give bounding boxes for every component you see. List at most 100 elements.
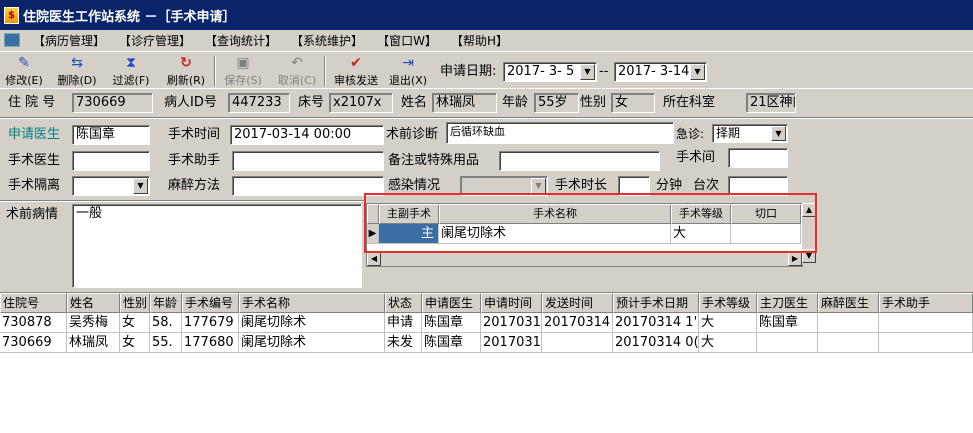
table-cell[interactable]: 阑尾切除术 bbox=[239, 333, 385, 353]
column-header[interactable]: 申请医生 bbox=[422, 293, 481, 313]
table-cell[interactable]: 177680 bbox=[182, 333, 239, 353]
applicant-field[interactable]: 陈国章 bbox=[72, 125, 150, 145]
dropdown-arrow-icon[interactable]: ▼ bbox=[771, 126, 786, 141]
scroll-down-icon[interactable]: ▼ bbox=[802, 249, 816, 263]
table-cell[interactable]: 女 bbox=[120, 333, 150, 353]
column-header[interactable]: 手术编号 bbox=[182, 293, 239, 313]
table-cell[interactable]: 申请 bbox=[385, 313, 422, 333]
horizontal-scrollbar[interactable]: ◀ ▶ bbox=[367, 252, 802, 266]
table-cell[interactable] bbox=[542, 333, 613, 353]
menu-help[interactable]: 【帮助H】 bbox=[444, 32, 515, 49]
table-cell[interactable]: 林瑞凤 bbox=[67, 333, 120, 353]
dept-label: 所在科室 bbox=[663, 95, 716, 110]
age-field: 55岁 bbox=[534, 93, 579, 113]
refresh-button[interactable]: ↻ 刷新(R) bbox=[163, 55, 209, 87]
scroll-up-icon[interactable]: ▲ bbox=[802, 203, 816, 217]
table-cell[interactable] bbox=[818, 313, 879, 333]
table-cell[interactable]: 2017031 bbox=[481, 313, 542, 333]
vertical-scrollbar[interactable]: ▲ ▼ bbox=[802, 203, 816, 265]
save-button[interactable]: ▣ 保存(S) bbox=[220, 55, 266, 87]
column-header[interactable]: 姓名 bbox=[67, 293, 120, 313]
op-room-field[interactable] bbox=[728, 148, 788, 168]
review-send-button[interactable]: ✔ 审核发送 bbox=[330, 55, 382, 87]
anesthesia-field[interactable] bbox=[232, 176, 384, 196]
column-header[interactable]: 状态 bbox=[385, 293, 422, 313]
menu-medical-records[interactable]: 【病历管理】 bbox=[26, 32, 112, 49]
column-header[interactable]: 手术名称 bbox=[439, 204, 671, 224]
duration-field[interactable] bbox=[618, 176, 650, 196]
table-cell[interactable]: 20170314 bbox=[542, 313, 613, 333]
modify-button[interactable]: ✎ 修改(E) bbox=[3, 55, 45, 87]
table-cell[interactable]: 陈国章 bbox=[422, 313, 481, 333]
menu-query-stats[interactable]: 【查询统计】 bbox=[198, 32, 284, 49]
cancel-button[interactable]: ↶ 取消(C) bbox=[274, 55, 320, 87]
column-header[interactable]: 手术助手 bbox=[879, 293, 973, 313]
pre-diagnosis-field[interactable]: 后循环缺血 bbox=[446, 122, 674, 144]
pre-condition-textarea[interactable]: 一般 bbox=[72, 204, 362, 288]
surgeon-field[interactable] bbox=[72, 151, 150, 171]
date-to-picker[interactable]: 2017- 3-14 ▼ bbox=[614, 62, 707, 82]
table-cell[interactable]: 2017031 bbox=[481, 333, 542, 353]
scroll-left-icon[interactable]: ◀ bbox=[367, 252, 381, 266]
table-cell[interactable]: 58. bbox=[150, 313, 182, 333]
table-cell[interactable] bbox=[818, 333, 879, 353]
table-cell[interactable] bbox=[757, 333, 818, 353]
column-header[interactable]: 主刀医生 bbox=[757, 293, 818, 313]
table-cell[interactable] bbox=[879, 333, 973, 353]
dropdown-arrow-icon[interactable]: ▼ bbox=[531, 178, 546, 194]
table-cell[interactable]: 未发 bbox=[385, 333, 422, 353]
column-header[interactable]: 住院号 bbox=[0, 293, 67, 313]
column-header[interactable]: 手术名称 bbox=[239, 293, 385, 313]
exit-button[interactable]: ⇥ 退出(X) bbox=[386, 55, 430, 87]
column-header[interactable]: 手术等级 bbox=[699, 293, 757, 313]
table-cell[interactable]: 吴秀梅 bbox=[67, 313, 120, 333]
column-header[interactable]: 麻醉医生 bbox=[818, 293, 879, 313]
scroll-right-icon[interactable]: ▶ bbox=[788, 252, 802, 266]
table-cell[interactable]: 20170314 1' bbox=[613, 313, 699, 333]
op-time-field[interactable]: 2017-03-14 00:00 bbox=[230, 125, 384, 145]
table-cell[interactable]: 730878 bbox=[0, 313, 67, 333]
column-header[interactable]: 性别 bbox=[120, 293, 150, 313]
table-cell[interactable] bbox=[879, 313, 973, 333]
delete-button[interactable]: ⇆ 删除(D) bbox=[55, 55, 99, 87]
op-incision-cell[interactable] bbox=[731, 224, 801, 244]
menu-system[interactable]: 【系统维护】 bbox=[284, 32, 370, 49]
menu-treatment[interactable]: 【诊疗管理】 bbox=[112, 32, 198, 49]
column-header[interactable]: 申请时间 bbox=[481, 293, 542, 313]
column-header[interactable]: 发送时间 bbox=[542, 293, 613, 313]
table-cell[interactable]: 55. bbox=[150, 333, 182, 353]
filter-button[interactable]: ⧗ 过滤(F) bbox=[109, 55, 153, 87]
table-cell[interactable]: 大 bbox=[699, 333, 757, 353]
column-header[interactable]: 年龄 bbox=[150, 293, 182, 313]
assistant-field[interactable] bbox=[232, 151, 384, 171]
op-type-cell[interactable]: 主 bbox=[379, 224, 439, 244]
table-cell[interactable]: 177679 bbox=[182, 313, 239, 333]
op-name-cell[interactable]: 阑尾切除术 bbox=[439, 224, 671, 244]
table-cell[interactable]: 女 bbox=[120, 313, 150, 333]
infection-select[interactable]: ▼ bbox=[460, 176, 548, 196]
table-row[interactable]: ▶ 主 阑尾切除术 大 bbox=[367, 224, 802, 244]
dropdown-arrow-icon[interactable]: ▼ bbox=[133, 178, 148, 194]
column-header[interactable]: 手术等级 bbox=[671, 204, 731, 224]
isolation-select[interactable]: ▼ bbox=[72, 176, 150, 196]
table-cell[interactable]: 阑尾切除术 bbox=[239, 313, 385, 333]
menu-window[interactable]: 【窗口W】 bbox=[370, 32, 444, 49]
dropdown-arrow-icon[interactable]: ▼ bbox=[690, 64, 705, 80]
column-header[interactable]: 预计手术日期 bbox=[613, 293, 699, 313]
op-grade-cell[interactable]: 大 bbox=[671, 224, 731, 244]
table-cell[interactable]: 20170314 0( bbox=[613, 333, 699, 353]
table-cell[interactable]: 陈国章 bbox=[757, 313, 818, 333]
table-row[interactable]: 730669 林瑞凤 女 55. 177680 阑尾切除术 未发 陈国章 201… bbox=[0, 333, 973, 353]
document-window-icon[interactable] bbox=[4, 33, 20, 47]
table-row[interactable]: 730878 吴秀梅 女 58. 177679 阑尾切除术 申请 陈国章 201… bbox=[0, 313, 973, 333]
table-no-field[interactable] bbox=[728, 176, 788, 196]
table-cell[interactable]: 730669 bbox=[0, 333, 67, 353]
urgent-select[interactable]: 择期 ▼ bbox=[712, 124, 788, 143]
column-header[interactable]: 主副手术 bbox=[379, 204, 439, 224]
date-from-picker[interactable]: 2017- 3- 5 ▼ bbox=[503, 62, 597, 82]
table-cell[interactable]: 大 bbox=[699, 313, 757, 333]
remarks-field[interactable] bbox=[499, 151, 660, 171]
table-cell[interactable]: 陈国章 bbox=[422, 333, 481, 353]
column-header[interactable]: 切口 bbox=[731, 204, 801, 224]
dropdown-arrow-icon[interactable]: ▼ bbox=[580, 64, 595, 80]
